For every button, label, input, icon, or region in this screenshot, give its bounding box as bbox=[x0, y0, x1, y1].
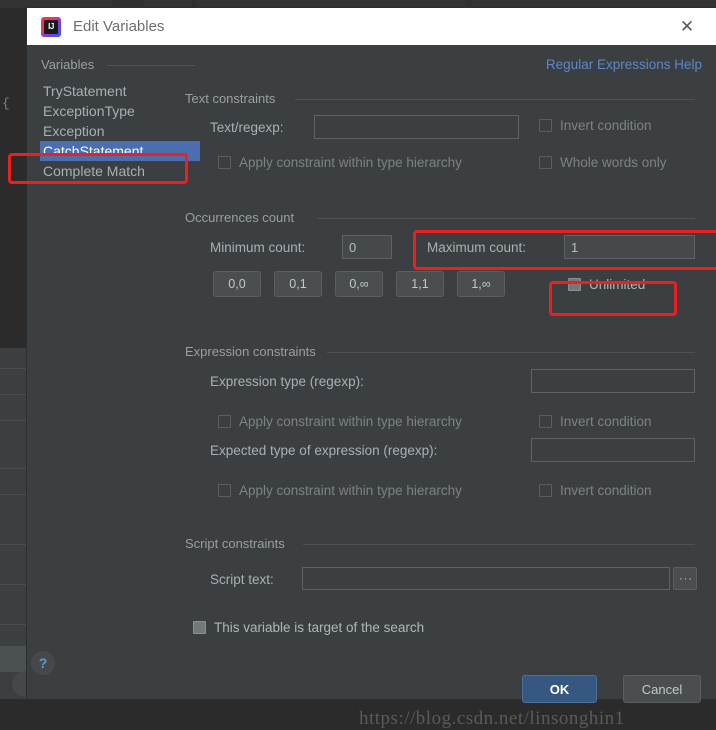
background-selected-row bbox=[0, 646, 27, 672]
dialog-body: Regular Expressions Help Variables TrySt… bbox=[27, 45, 716, 699]
text-constraints-group-rule bbox=[295, 99, 695, 100]
minimum-count-label: Minimum count: bbox=[210, 240, 305, 255]
maximum-count-label: Maximum count: bbox=[427, 240, 526, 255]
checkbox-box bbox=[218, 156, 231, 169]
unlimited-checkbox[interactable]: Unlimited bbox=[568, 277, 645, 292]
text-regexp-label: Text/regexp: bbox=[210, 120, 284, 135]
preset-0-inf-button[interactable]: 0,∞ bbox=[335, 271, 383, 297]
expression-invert-condition-checkbox[interactable]: Invert condition bbox=[539, 414, 652, 429]
whole-words-only-checkbox[interactable]: Whole words only bbox=[539, 155, 667, 170]
dialog-titlebar: IJ Edit Variables ✕ bbox=[27, 8, 716, 45]
checkbox-label: Invert condition bbox=[560, 118, 652, 133]
list-item-catch-statement[interactable]: CatchStatement bbox=[40, 141, 200, 161]
checkbox-label: This variable is target of the search bbox=[214, 620, 424, 635]
background-code-brace: { bbox=[2, 96, 10, 111]
checkbox-box bbox=[539, 156, 552, 169]
checkbox-label: Invert condition bbox=[560, 414, 652, 429]
invert-condition-text-checkbox[interactable]: Invert condition bbox=[539, 118, 652, 133]
preset-0-1-button[interactable]: 0,1 bbox=[274, 271, 322, 297]
intellij-idea-icon: IJ bbox=[41, 17, 61, 37]
list-item[interactable]: ExceptionType bbox=[40, 101, 200, 121]
minimum-count-input[interactable]: 0 bbox=[342, 235, 392, 259]
checkbox-label: Invert condition bbox=[560, 483, 652, 498]
variables-group-label: Variables bbox=[41, 57, 94, 72]
checkbox-label: Apply constraint within type hierarchy bbox=[239, 414, 462, 429]
checkbox-box bbox=[568, 278, 581, 291]
checkbox-label: Whole words only bbox=[560, 155, 667, 170]
maximum-count-input[interactable]: 1 bbox=[564, 235, 695, 259]
close-icon[interactable]: ✕ bbox=[668, 8, 706, 45]
text-regexp-input[interactable] bbox=[314, 115, 519, 139]
list-item[interactable]: Complete Match bbox=[40, 161, 200, 181]
edit-variables-dialog: IJ Edit Variables ✕ Regular Expressions … bbox=[27, 8, 716, 699]
expected-type-label: Expected type of expression (regexp): bbox=[210, 443, 437, 458]
expression-constraints-group-rule bbox=[327, 352, 695, 353]
background-top-toolbar bbox=[0, 0, 716, 8]
variables-list[interactable]: TryStatement ExceptionType Exception Cat… bbox=[40, 81, 200, 181]
checkbox-label: Apply constraint within type hierarchy bbox=[239, 155, 462, 170]
checkbox-box bbox=[539, 484, 552, 497]
checkbox-label: Apply constraint within type hierarchy bbox=[239, 483, 462, 498]
expected-invert-condition-checkbox[interactable]: Invert condition bbox=[539, 483, 652, 498]
checkbox-label: Unlimited bbox=[589, 277, 645, 292]
checkbox-box bbox=[193, 621, 206, 634]
expression-type-label: Expression type (regexp): bbox=[210, 374, 364, 389]
preset-1-1-button[interactable]: 1,1 bbox=[396, 271, 444, 297]
text-constraints-group-label: Text constraints bbox=[185, 91, 275, 106]
variables-group-rule bbox=[107, 65, 195, 66]
checkbox-box bbox=[218, 415, 231, 428]
occurrences-count-group-rule bbox=[317, 218, 695, 219]
dialog-title: Edit Variables bbox=[73, 18, 164, 35]
background-tool-window bbox=[0, 348, 27, 699]
checkbox-box bbox=[539, 415, 552, 428]
preset-1-inf-button[interactable]: 1,∞ bbox=[457, 271, 505, 297]
script-text-label: Script text: bbox=[210, 572, 274, 587]
background-editor-gutter: { bbox=[0, 8, 27, 348]
script-constraints-group-label: Script constraints bbox=[185, 536, 285, 551]
list-item[interactable]: Exception bbox=[40, 121, 200, 141]
checkbox-box bbox=[539, 119, 552, 132]
expected-type-input[interactable] bbox=[531, 438, 695, 462]
occurrences-count-group-label: Occurrences count bbox=[185, 210, 294, 225]
list-item[interactable]: TryStatement bbox=[40, 81, 200, 101]
apply-hierarchy-text-checkbox[interactable]: Apply constraint within type hierarchy bbox=[218, 155, 462, 170]
script-constraints-group-rule bbox=[303, 544, 695, 545]
expected-apply-hierarchy-checkbox[interactable]: Apply constraint within type hierarchy bbox=[218, 483, 462, 498]
preset-0-0-button[interactable]: 0,0 bbox=[213, 271, 261, 297]
script-text-input[interactable] bbox=[302, 567, 670, 590]
expression-constraints-group-label: Expression constraints bbox=[185, 344, 316, 359]
checkbox-box bbox=[218, 484, 231, 497]
watermark-text: https://blog.csdn.net/linsonghin1 bbox=[359, 708, 625, 730]
regular-expressions-help-link[interactable]: Regular Expressions Help bbox=[546, 57, 702, 72]
target-of-search-checkbox[interactable]: This variable is target of the search bbox=[193, 620, 424, 635]
expression-apply-hierarchy-checkbox[interactable]: Apply constraint within type hierarchy bbox=[218, 414, 462, 429]
help-icon[interactable]: ? bbox=[31, 651, 55, 675]
expression-type-input[interactable] bbox=[531, 369, 695, 393]
script-browse-button[interactable]: ··· bbox=[673, 567, 697, 590]
